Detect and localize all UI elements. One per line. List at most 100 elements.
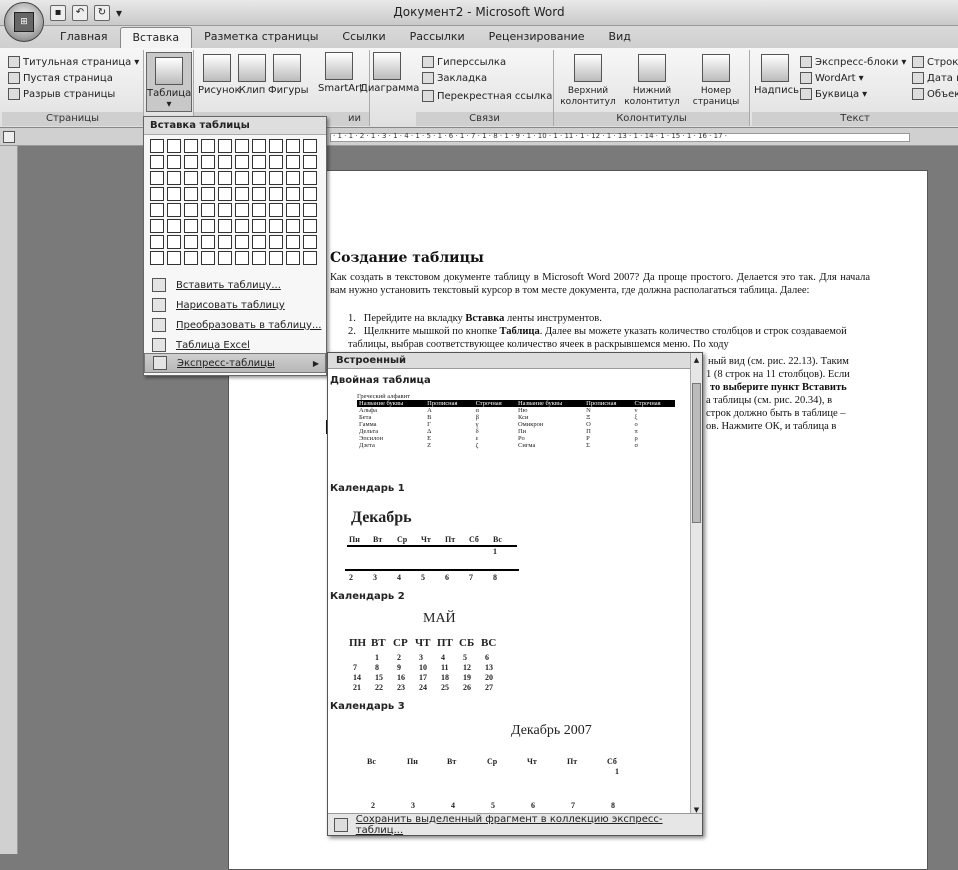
signature-line-button[interactable]: Строка	[912, 56, 958, 68]
table-grid-cell[interactable]	[167, 187, 181, 201]
table-grid-cell[interactable]	[269, 171, 283, 185]
table-grid-cell[interactable]	[201, 171, 215, 185]
cover-page-button[interactable]: Титульная страница ▾	[8, 56, 139, 68]
table-grid-cell[interactable]	[252, 187, 266, 201]
table-grid-cell[interactable]	[303, 139, 317, 153]
table-grid-cell[interactable]	[184, 171, 198, 185]
excel-table-item[interactable]: Таблица Excel	[144, 335, 326, 355]
gallery-scrollbar[interactable]: ▲ ▼	[690, 353, 702, 835]
shapes-button[interactable]: Фигуры	[268, 54, 309, 96]
tab-view[interactable]: Вид	[597, 26, 643, 48]
quick-tables-item[interactable]: Экспресс-таблицы ▶	[144, 353, 326, 373]
table-size-grid[interactable]	[150, 139, 322, 267]
table-grid-cell[interactable]	[286, 219, 300, 233]
convert-to-table-item[interactable]: Преобразовать в таблицу...	[144, 315, 326, 335]
chart-button[interactable]: Диаграмма	[360, 52, 419, 94]
table-grid-cell[interactable]	[218, 187, 232, 201]
dropcap-button[interactable]: Буквица ▾	[800, 88, 867, 100]
table-grid-cell[interactable]	[218, 251, 232, 265]
table-grid-cell[interactable]	[184, 139, 198, 153]
table-grid-cell[interactable]	[167, 139, 181, 153]
office-button[interactable]: ⊞	[4, 2, 44, 42]
table-grid-cell[interactable]	[269, 203, 283, 217]
tab-page-layout[interactable]: Разметка страницы	[192, 26, 330, 48]
table-grid-cell[interactable]	[252, 203, 266, 217]
tab-home[interactable]: Главная	[48, 26, 120, 48]
table-grid-cell[interactable]	[303, 251, 317, 265]
table-grid-cell[interactable]	[303, 203, 317, 217]
wordart-button[interactable]: WordArt ▾	[800, 72, 864, 84]
table-grid-cell[interactable]	[235, 251, 249, 265]
save-icon[interactable]: ▪	[50, 5, 66, 21]
table-button[interactable]: Таблица ▾	[146, 52, 192, 112]
table-grid-cell[interactable]	[184, 251, 198, 265]
table-grid-cell[interactable]	[269, 155, 283, 169]
textbox-button[interactable]: Надпись	[754, 54, 799, 96]
bookmark-button[interactable]: Закладка	[422, 72, 487, 84]
calendar-1-preview[interactable]: Декабрь Пн Вт Ср Чт Пт Сб Вс 1 2345678	[343, 499, 689, 585]
table-grid-cell[interactable]	[201, 139, 215, 153]
draw-table-item[interactable]: Нарисовать таблицу	[144, 295, 326, 315]
calendar-3-preview[interactable]: Декабрь 2007 Вс Пн Вт Ср Чт Пт Сб 1 2 3 4 5 6 7 8	[343, 717, 689, 813]
table-grid-cell[interactable]	[184, 203, 198, 217]
table-grid-cell[interactable]	[150, 203, 164, 217]
table-grid-cell[interactable]	[235, 203, 249, 217]
table-grid-cell[interactable]	[218, 219, 232, 233]
table-grid-cell[interactable]	[303, 235, 317, 249]
clip-button[interactable]: Клип	[238, 54, 266, 96]
tab-references[interactable]: Ссылки	[330, 26, 397, 48]
tab-mailings[interactable]: Рассылки	[398, 26, 477, 48]
smartart-button-2[interactable]: SmartArt	[318, 52, 363, 94]
table-grid-cell[interactable]	[269, 251, 283, 265]
table-grid-cell[interactable]	[150, 155, 164, 169]
redo-icon[interactable]: ↻	[94, 5, 110, 21]
table-grid-cell[interactable]	[150, 187, 164, 201]
table-grid-cell[interactable]	[184, 235, 198, 249]
table-grid-cell[interactable]	[218, 235, 232, 249]
table-grid-cell[interactable]	[252, 155, 266, 169]
footer-button[interactable]: Нижний колонтитул	[620, 54, 684, 107]
table-grid-cell[interactable]	[184, 187, 198, 201]
table-grid-cell[interactable]	[218, 203, 232, 217]
table-grid-cell[interactable]	[303, 155, 317, 169]
table-grid-cell[interactable]	[303, 187, 317, 201]
table-grid-cell[interactable]	[303, 171, 317, 185]
table-grid-cell[interactable]	[201, 155, 215, 169]
quick-parts-button[interactable]: Экспресс-блоки ▾	[800, 56, 906, 68]
table-grid-cell[interactable]	[201, 187, 215, 201]
object-button[interactable]: Объект	[912, 88, 958, 100]
table-grid-cell[interactable]	[167, 155, 181, 169]
table-grid-cell[interactable]	[201, 203, 215, 217]
table-grid-cell[interactable]	[235, 139, 249, 153]
vertical-ruler[interactable]	[0, 146, 18, 854]
table-grid-cell[interactable]	[235, 171, 249, 185]
insert-table-item[interactable]: Вставить таблицу...	[144, 275, 326, 295]
table-grid-cell[interactable]	[150, 251, 164, 265]
table-grid-cell[interactable]	[286, 139, 300, 153]
table-grid-cell[interactable]	[167, 203, 181, 217]
table-grid-cell[interactable]	[269, 219, 283, 233]
table-grid-cell[interactable]	[252, 251, 266, 265]
table-grid-cell[interactable]	[303, 219, 317, 233]
table-grid-cell[interactable]	[252, 219, 266, 233]
table-grid-cell[interactable]	[150, 235, 164, 249]
table-grid-cell[interactable]	[167, 235, 181, 249]
table-grid-cell[interactable]	[252, 139, 266, 153]
table-grid-cell[interactable]	[150, 219, 164, 233]
table-grid-cell[interactable]	[167, 251, 181, 265]
date-time-button[interactable]: Дата и	[912, 72, 958, 84]
table-grid-cell[interactable]	[150, 139, 164, 153]
table-grid-cell[interactable]	[286, 171, 300, 185]
scroll-thumb[interactable]	[692, 383, 701, 523]
qat-customize-icon[interactable]: ▾	[116, 6, 122, 20]
table-grid-cell[interactable]	[167, 171, 181, 185]
tab-selector-button[interactable]	[3, 131, 15, 143]
table-grid-cell[interactable]	[150, 171, 164, 185]
table-grid-cell[interactable]	[269, 187, 283, 201]
save-to-gallery-item[interactable]: Сохранить выделенный фрагмент в коллекци…	[328, 813, 702, 835]
table-grid-cell[interactable]	[286, 251, 300, 265]
table-grid-cell[interactable]	[286, 203, 300, 217]
table-grid-cell[interactable]	[235, 235, 249, 249]
table-grid-cell[interactable]	[269, 139, 283, 153]
table-grid-cell[interactable]	[235, 155, 249, 169]
